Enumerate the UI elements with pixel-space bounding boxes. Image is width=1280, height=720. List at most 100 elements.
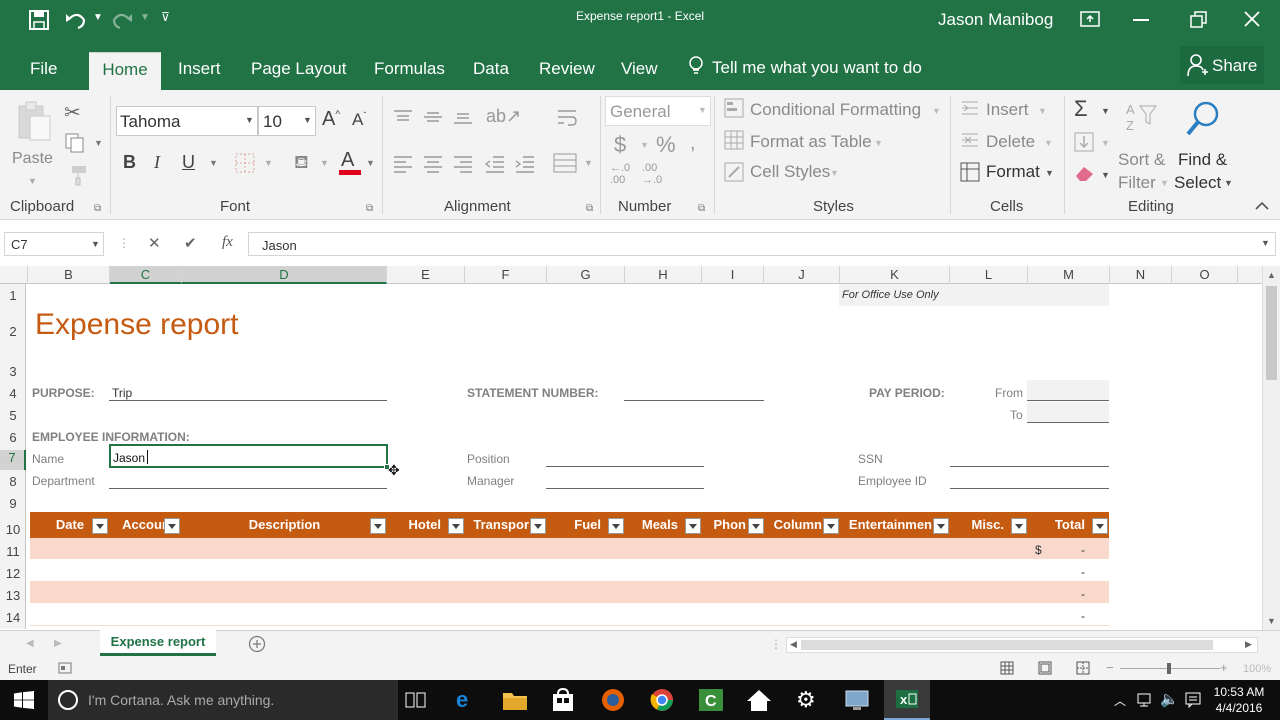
row-header-8[interactable]: 8 xyxy=(0,474,26,489)
home-icon[interactable] xyxy=(746,688,772,712)
row-header-4[interactable]: 4 xyxy=(0,386,26,401)
row-header-3[interactable]: 3 xyxy=(0,364,26,379)
firefox-icon[interactable] xyxy=(600,688,626,712)
to-input[interactable] xyxy=(1027,402,1109,423)
cortana-search-box[interactable]: I'm Cortana. Ask me anything. xyxy=(48,680,398,720)
close-icon[interactable] xyxy=(1243,10,1261,28)
column-header-f[interactable]: F xyxy=(465,266,547,284)
font-size-box[interactable]: 10 ▼ xyxy=(258,106,316,136)
delete-cells-icon[interactable] xyxy=(960,130,980,150)
filter-phone-button[interactable] xyxy=(748,518,764,534)
row-header-7[interactable]: 7 xyxy=(0,450,26,470)
format-cells-button[interactable]: Format xyxy=(986,162,1040,182)
currency-icon[interactable]: $ xyxy=(614,132,626,158)
paste-button[interactable]: Paste xyxy=(12,150,53,168)
row-header-5[interactable]: 5 xyxy=(0,408,26,423)
fill-color-icon[interactable]: ⛾ xyxy=(294,152,309,176)
zoom-slider[interactable] xyxy=(1120,663,1220,674)
macro-record-icon[interactable] xyxy=(58,661,72,675)
increase-indent-icon[interactable] xyxy=(514,154,536,174)
number-format-box[interactable]: General ▼ xyxy=(605,96,711,126)
cell-styles-dropdown-icon[interactable]: ▼ xyxy=(830,168,839,178)
format-as-table-button[interactable]: Format as Table xyxy=(750,132,872,152)
font-launcher-icon[interactable]: ⧉ xyxy=(366,203,373,214)
align-middle-icon[interactable] xyxy=(422,108,444,126)
task-view-icon[interactable] xyxy=(405,692,427,708)
undo-dropdown-icon[interactable]: ▼ xyxy=(93,12,103,23)
page-break-view-icon[interactable] xyxy=(1076,661,1090,675)
row-header-14[interactable]: 14 xyxy=(0,610,26,625)
table-row[interactable]: $ - xyxy=(30,538,1109,560)
decrease-font-icon[interactable]: Aˇ xyxy=(352,110,366,130)
worksheet-grid[interactable]: For Office Use Only Expense report PURPO… xyxy=(27,284,1262,629)
file-explorer-icon[interactable] xyxy=(502,688,528,712)
insert-function-icon[interactable]: fx xyxy=(222,234,233,251)
excel-taskbar-button[interactable]: x xyxy=(884,680,930,720)
bold-icon[interactable]: B xyxy=(123,152,136,173)
increase-decimal-icon[interactable]: ←.0.00 xyxy=(610,162,630,186)
name-box[interactable]: C7 ▼ xyxy=(4,232,104,256)
network-icon[interactable] xyxy=(1136,692,1154,708)
zoom-in-icon[interactable]: + xyxy=(1220,660,1228,675)
sheet-tab-expense-report[interactable]: Expense report xyxy=(100,630,216,656)
scroll-down-icon[interactable]: ▼ xyxy=(1267,616,1276,626)
scroll-right-icon[interactable]: ▶ xyxy=(1245,639,1252,650)
row-header-2[interactable]: 2 xyxy=(0,324,26,339)
number-format-dropdown-icon[interactable]: ▼ xyxy=(698,105,707,115)
tab-data[interactable]: Data xyxy=(473,52,509,90)
wrap-text-icon[interactable] xyxy=(556,108,578,130)
name-box-dropdown-icon[interactable]: ▼ xyxy=(91,239,100,249)
filter-meals-button[interactable] xyxy=(685,518,701,534)
taskbar-date[interactable]: 4/4/2016 xyxy=(1212,701,1266,715)
tab-view[interactable]: View xyxy=(621,52,658,90)
cancel-entry-icon[interactable]: ✕ xyxy=(148,234,161,252)
formula-input[interactable]: Jason ▼ xyxy=(248,232,1276,256)
conditional-formatting-icon[interactable] xyxy=(724,98,744,118)
minimize-icon[interactable] xyxy=(1133,19,1149,21)
paste-dropdown-icon[interactable]: ▼ xyxy=(28,176,37,186)
scroll-left-icon[interactable]: ◀ xyxy=(790,639,797,650)
column-header-i[interactable]: I xyxy=(702,266,764,284)
font-name-box[interactable]: Tahoma ▼ xyxy=(116,106,258,136)
column-header-g[interactable]: G xyxy=(547,266,625,284)
page-layout-view-icon[interactable] xyxy=(1038,661,1052,675)
column-header-n[interactable]: N xyxy=(1110,266,1172,284)
save-icon[interactable] xyxy=(28,10,50,30)
column-header-h[interactable]: H xyxy=(625,266,702,284)
column-header-c[interactable]: C xyxy=(110,266,182,284)
fill-dropdown-icon[interactable]: ▼ xyxy=(1101,138,1110,148)
from-input[interactable] xyxy=(1027,380,1109,401)
format-cells-icon[interactable] xyxy=(960,162,980,182)
align-right-icon[interactable] xyxy=(452,154,474,174)
store-icon[interactable] xyxy=(550,687,576,712)
percent-icon[interactable]: % xyxy=(656,132,676,158)
column-header-e[interactable]: E xyxy=(387,266,465,284)
scroll-up-icon[interactable]: ▲ xyxy=(1267,270,1276,280)
collapse-ribbon-icon[interactable] xyxy=(1254,198,1270,210)
horizontal-scroll-thumb[interactable] xyxy=(801,640,1213,650)
decrease-indent-icon[interactable] xyxy=(484,154,506,174)
orientation-icon[interactable]: ab↗ xyxy=(486,106,521,127)
column-header-l[interactable]: L xyxy=(950,266,1028,284)
comma-icon[interactable]: , xyxy=(690,132,696,155)
tab-file[interactable]: File xyxy=(30,52,57,90)
number-launcher-icon[interactable]: ⧉ xyxy=(698,203,705,214)
share-button[interactable]: Share xyxy=(1180,46,1264,84)
sort-filter-label-1[interactable]: Sort & xyxy=(1118,150,1165,170)
zoom-level[interactable]: 100% xyxy=(1243,663,1271,675)
tab-review[interactable]: Review xyxy=(539,52,595,90)
currency-dropdown-icon[interactable]: ▼ xyxy=(640,140,649,150)
zoom-slider-thumb[interactable] xyxy=(1167,663,1171,674)
ribbon-display-options-icon[interactable] xyxy=(1080,10,1100,28)
row-header-6[interactable]: 6 xyxy=(0,430,26,445)
row-header-9[interactable]: 9 xyxy=(0,496,26,511)
filter-total-button[interactable] xyxy=(1092,518,1108,534)
tabbar-split-icon[interactable]: ⋮ xyxy=(770,637,782,651)
edge-icon[interactable]: e xyxy=(456,688,482,712)
copy-icon[interactable] xyxy=(64,132,86,154)
decrease-decimal-icon[interactable]: .00 →.0 xyxy=(642,162,662,186)
autosum-dropdown-icon[interactable]: ▼ xyxy=(1101,106,1110,116)
format-cells-dropdown-icon[interactable]: ▼ xyxy=(1045,168,1054,178)
format-as-table-dropdown-icon[interactable]: ▼ xyxy=(874,138,883,148)
alignment-launcher-icon[interactable]: ⧉ xyxy=(586,203,593,214)
